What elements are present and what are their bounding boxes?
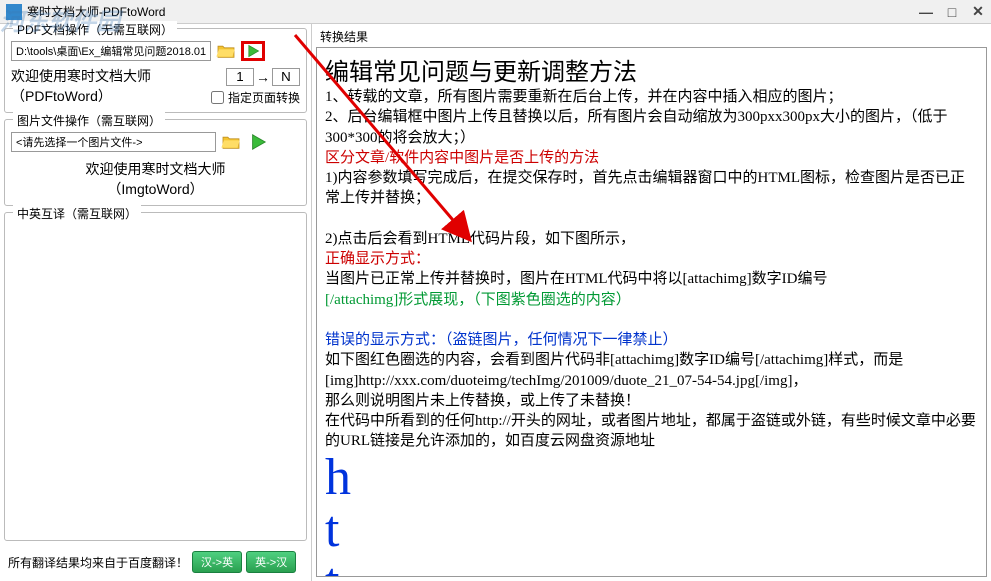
folder-icon[interactable]: [214, 41, 238, 61]
cn-to-en-button[interactable]: 汉->英: [192, 551, 242, 573]
arrow-icon: →: [256, 69, 270, 85]
footer-credit: 所有翻译结果均来自于百度翻译！: [8, 554, 188, 571]
pdf-welcome: 欢迎使用寒时文档大师 （PDFtoWord）: [11, 67, 207, 106]
translate-group-title: 中英互译（需互联网）: [13, 205, 141, 222]
left-panel: PDF文档操作（无需互联网） 欢迎使用寒时文档大师 （PDFtoWord）: [0, 24, 312, 581]
result-label: 转换结果: [316, 28, 987, 45]
minimize-button[interactable]: —: [919, 5, 933, 19]
page-range-label: 指定页面转换: [228, 89, 300, 106]
pdf-group-title: PDF文档操作（无需互联网）: [13, 21, 177, 38]
page-range-checkbox[interactable]: [211, 91, 224, 104]
convert-image-button[interactable]: [246, 132, 270, 152]
page-to-input[interactable]: [272, 68, 300, 86]
en-to-cn-button[interactable]: 英->汉: [246, 551, 296, 573]
image-welcome: 欢迎使用寒时文档大师 （ImgtoWord）: [11, 160, 300, 199]
page-from-input[interactable]: [226, 68, 254, 86]
pdf-group: PDF文档操作（无需互联网） 欢迎使用寒时文档大师 （PDFtoWord）: [4, 28, 307, 113]
image-file-input[interactable]: [11, 132, 216, 152]
result-box[interactable]: 编辑常见问题与更新调整方法 1、转载的文章，所有图片需要重新在后台上传，并在内容…: [316, 47, 987, 577]
folder-icon[interactable]: [219, 132, 243, 152]
doc-title: 编辑常见问题与更新调整方法: [325, 52, 978, 87]
close-button[interactable]: ✕: [971, 5, 985, 19]
doc-body: 1、转载的文章，所有图片需要重新在后台上传，并在内容中插入相应的图片； 2、后台…: [325, 87, 978, 577]
convert-pdf-button[interactable]: [241, 41, 265, 61]
translate-group: 中英互译（需互联网）: [4, 212, 307, 541]
titlebar-title: 寒时文档大师-PDFtoWord: [27, 3, 919, 20]
image-group: 图片文件操作（需互联网） 欢迎使用寒时文档大师 （ImgtoWord）: [4, 119, 307, 206]
footer: 所有翻译结果均来自于百度翻译！ 汉->英 英->汉: [4, 547, 307, 577]
app-icon: [6, 4, 22, 20]
pdf-file-input[interactable]: [11, 41, 211, 61]
maximize-button[interactable]: □: [945, 5, 959, 19]
right-panel: 转换结果 编辑常见问题与更新调整方法 1、转载的文章，所有图片需要重新在后台上传…: [312, 24, 991, 581]
image-group-title: 图片文件操作（需互联网）: [13, 112, 165, 129]
